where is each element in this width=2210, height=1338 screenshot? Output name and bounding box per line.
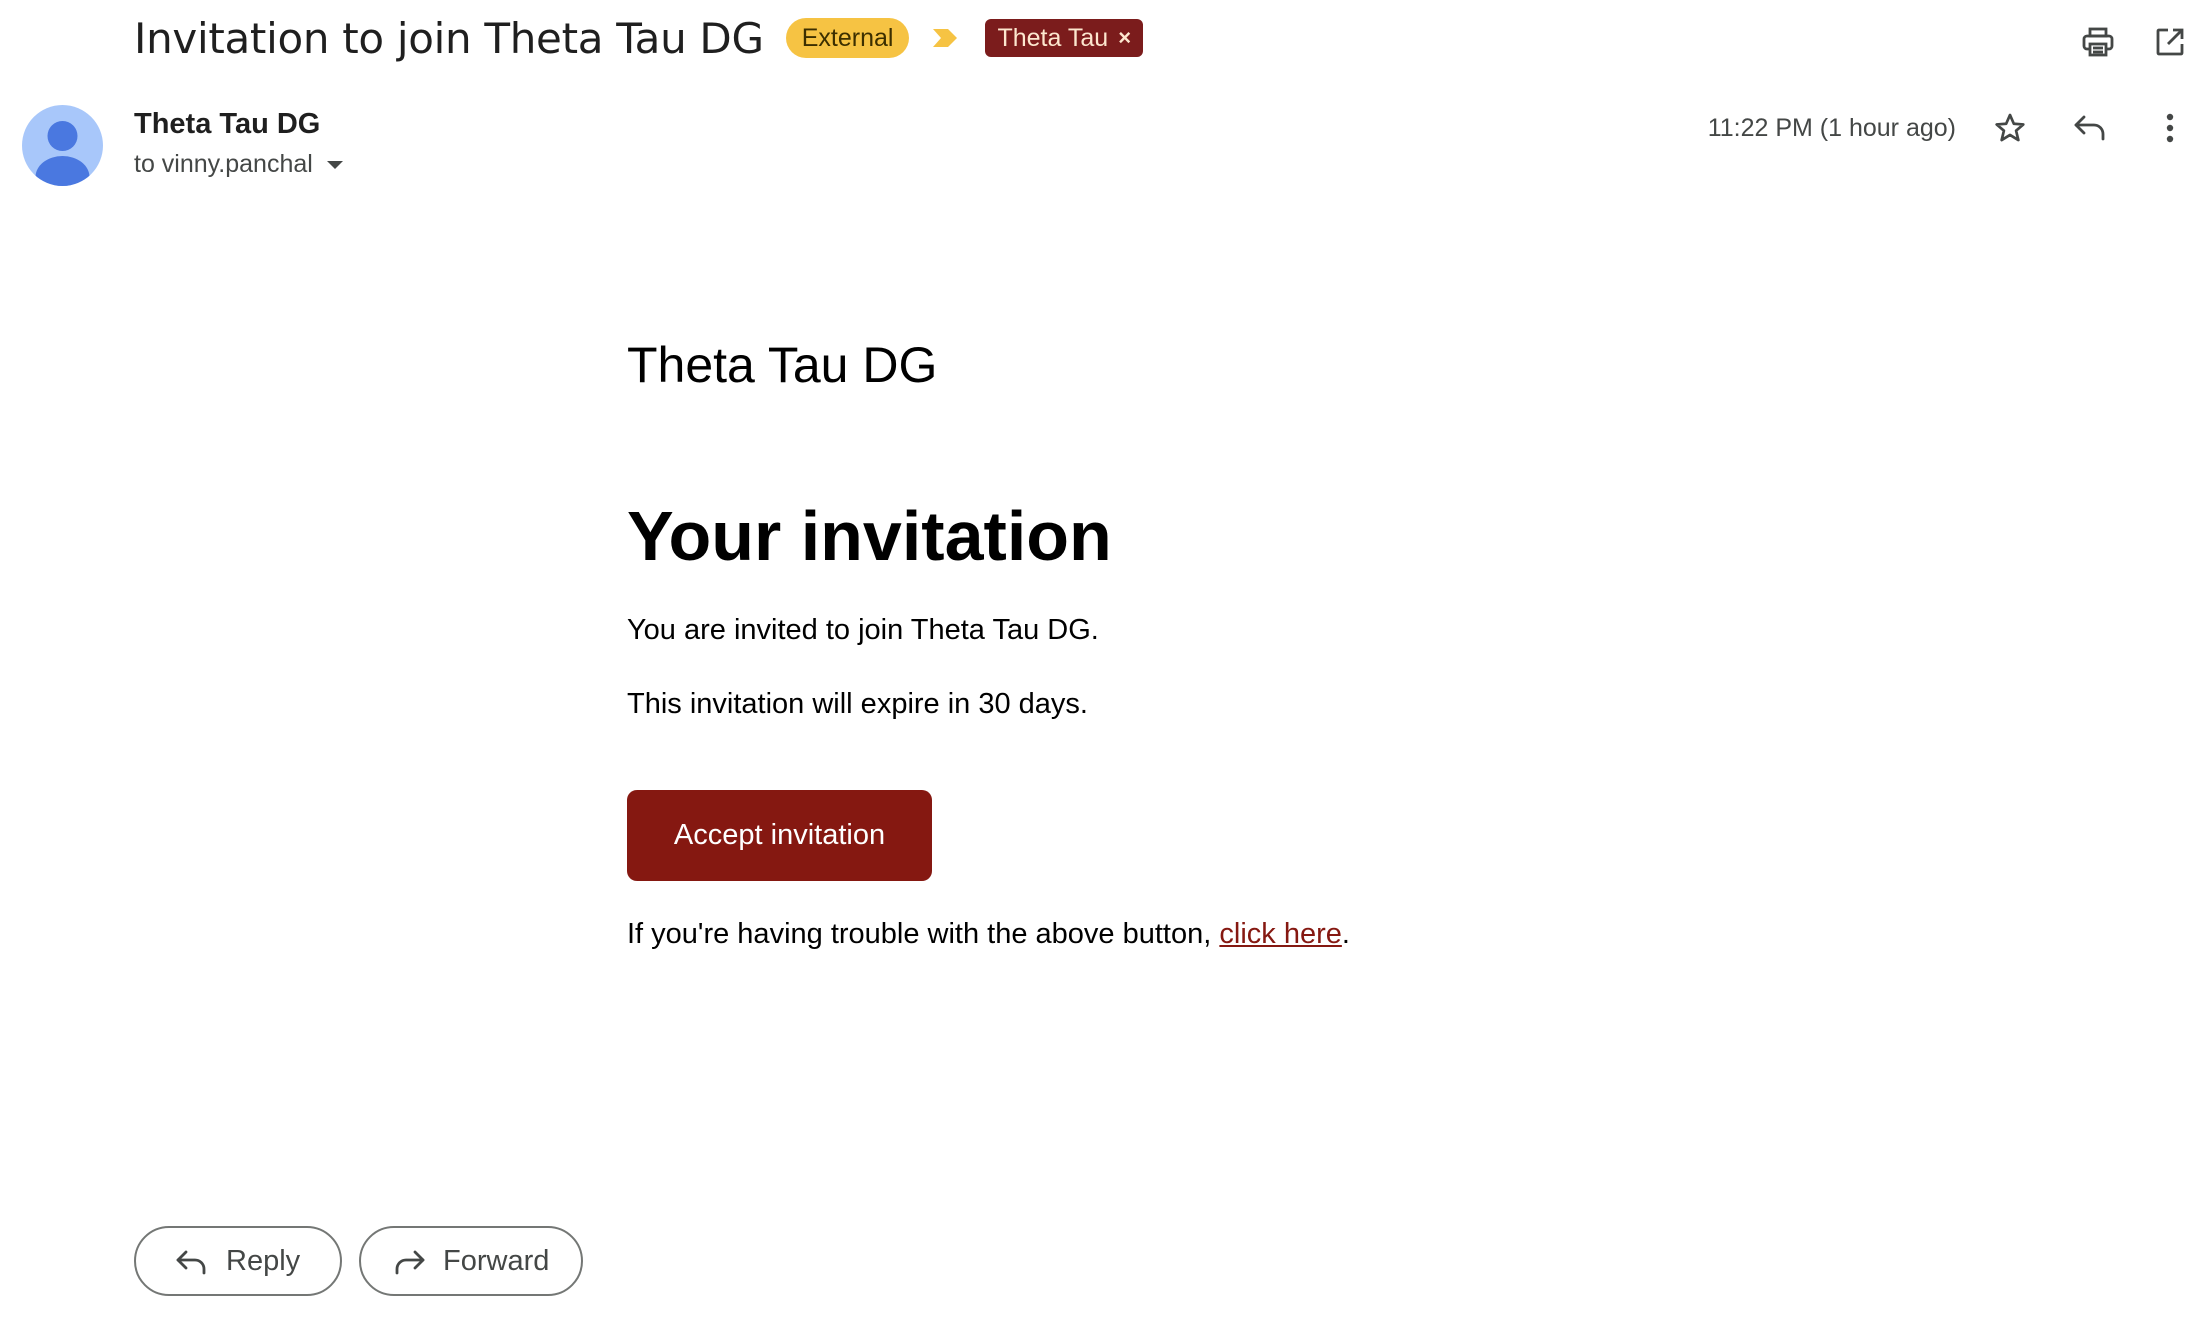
recipient-details-dropdown-icon[interactable] bbox=[326, 160, 343, 169]
recipient-line: to vinny.panchal bbox=[134, 150, 343, 179]
timestamp: 11:22 PM (1 hour ago) bbox=[1707, 113, 1956, 142]
accept-invitation-button[interactable]: Accept invitation bbox=[627, 790, 932, 881]
message-meta: 11:22 PM (1 hour ago) bbox=[1708, 104, 2194, 152]
trouble-prefix: If you're having trouble with the above … bbox=[627, 918, 1220, 950]
forward-icon bbox=[391, 1243, 427, 1279]
more-vertical-icon[interactable] bbox=[2146, 104, 2194, 152]
reply-icon[interactable] bbox=[2066, 104, 2114, 152]
trouble-text: If you're having trouble with the above … bbox=[627, 918, 1350, 951]
remove-label-icon[interactable]: × bbox=[1118, 24, 1131, 52]
trouble-suffix: . bbox=[1341, 918, 1350, 950]
subject-row: Invitation to join Theta Tau DG External… bbox=[134, 8, 1144, 68]
reply-icon bbox=[174, 1243, 210, 1279]
reply-button-label: Reply bbox=[226, 1244, 301, 1277]
forward-button-label: Forward bbox=[443, 1244, 550, 1277]
label-theta-tau[interactable]: Theta Tau × bbox=[985, 19, 1144, 57]
email-brand: Theta Tau DG bbox=[627, 337, 938, 393]
expire-text: This invitation will expire in 30 days. bbox=[627, 688, 1088, 720]
click-here-link[interactable]: click here bbox=[1219, 918, 1342, 950]
sender-avatar[interactable] bbox=[22, 105, 103, 186]
importance-marker-icon[interactable] bbox=[931, 26, 961, 50]
email-heading: Your invitation bbox=[627, 497, 1112, 575]
email-subject: Invitation to join Theta Tau DG bbox=[134, 13, 764, 63]
reply-button[interactable]: Reply bbox=[134, 1226, 342, 1296]
label-theta-tau-text: Theta Tau bbox=[997, 24, 1109, 52]
open-in-new-window-icon[interactable] bbox=[2146, 18, 2194, 66]
recipient-text: to vinny.panchal bbox=[134, 150, 313, 178]
top-actions bbox=[2050, 18, 2194, 66]
sender-name[interactable]: Theta Tau DG bbox=[134, 108, 320, 141]
label-external[interactable]: External bbox=[785, 18, 910, 58]
invite-text: You are invited to join Theta Tau DG. bbox=[627, 614, 1099, 646]
print-icon[interactable] bbox=[2074, 18, 2122, 66]
star-icon[interactable] bbox=[1986, 104, 2034, 152]
forward-button[interactable]: Forward bbox=[359, 1226, 583, 1296]
